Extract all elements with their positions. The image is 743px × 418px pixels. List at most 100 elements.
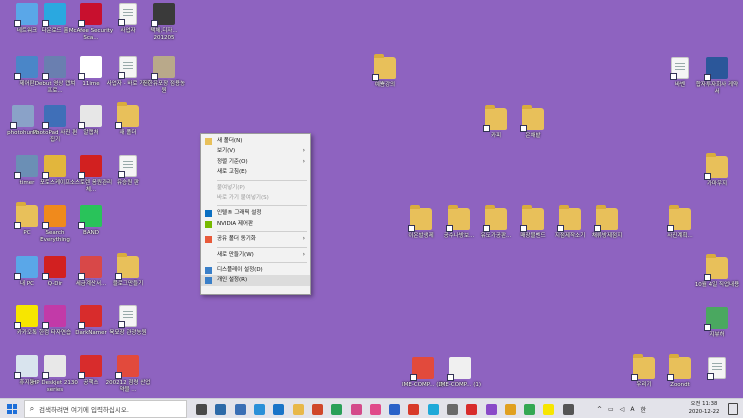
desktop-icon-label: 10월 4일 직업내용 xyxy=(694,282,740,288)
desktop-icon[interactable]: 블로그만들기 xyxy=(105,253,151,288)
taskbar-app-button[interactable] xyxy=(385,401,404,417)
file-icon xyxy=(707,357,726,380)
kakaotalk-icon xyxy=(543,403,555,415)
app-red-icon xyxy=(466,403,478,415)
context-menu-item[interactable]: NVIDIA 제어판 xyxy=(201,219,310,229)
taskbar-app-button[interactable] xyxy=(481,401,500,417)
taskbar-app-button[interactable] xyxy=(192,401,211,417)
taskbar-app-button[interactable] xyxy=(308,401,327,417)
desktop-icon[interactable]: 사진계획... xyxy=(657,205,703,240)
desktop-icon[interactable]: 택체,디자... 201205 xyxy=(141,3,187,41)
pdf-task-icon xyxy=(408,403,420,415)
context-menu-item[interactable]: 새로 만들기(W) › xyxy=(201,250,310,260)
context-menu-item[interactable]: 개인 설정(R) xyxy=(201,275,310,286)
taskbar-app-button[interactable] xyxy=(539,401,558,417)
start-button[interactable] xyxy=(0,399,24,418)
notification-center-icon[interactable] xyxy=(728,403,738,415)
photos-icon xyxy=(331,403,343,415)
desktop-icon[interactable]: 합자투자회사 게약서 xyxy=(694,57,740,95)
folder-icon xyxy=(520,205,544,232)
context-menu-item-label: 보기(V) xyxy=(217,148,236,155)
taskbar-app-button[interactable] xyxy=(404,401,423,417)
clock-time: 오전 11:38 xyxy=(690,401,718,407)
desktop-icon[interactable]: 유승원 판 xyxy=(105,155,151,187)
taskbar-app-button[interactable] xyxy=(250,401,269,417)
context-menu-item[interactable]: 정렬 기준(O) › xyxy=(201,157,310,167)
desktop-icon[interactable]: 은채밭 xyxy=(510,105,556,140)
taskbar-app-button[interactable] xyxy=(366,401,385,417)
image-icon xyxy=(151,56,175,80)
taskbar-app-button[interactable] xyxy=(520,401,539,417)
context-menu-item-label: 개인 설정(R) xyxy=(217,277,248,284)
desktop-icon[interactable]: 새 폴더 xyxy=(105,102,151,137)
taskbar-app-button[interactable] xyxy=(269,401,288,417)
taskbar-app-button[interactable] xyxy=(288,401,307,417)
desktop-icon-label: 은채밭 xyxy=(525,133,541,139)
context-menu-item[interactable]: 새로 고침(E) xyxy=(201,167,310,177)
paint-icon xyxy=(350,403,362,415)
clock-date: 2020-12-22 xyxy=(688,408,720,415)
desktop-icon[interactable]: BAND xyxy=(68,205,114,237)
taskbar-app-button[interactable] xyxy=(327,401,346,417)
taskbar-app-button[interactable] xyxy=(231,401,250,417)
chrome-icon xyxy=(504,403,516,415)
submenu-arrow-icon: › xyxy=(302,157,305,165)
nvidia-icon xyxy=(205,220,212,228)
desktop-icon[interactable]: 진한유포장 점용농원 xyxy=(141,56,187,94)
desktop-icon[interactable]: 가마우지 xyxy=(694,153,740,188)
context-menu-item-label: NVIDIA 제어판 xyxy=(217,220,254,227)
context-menu-item-label: 공유 폴더 동기화 xyxy=(217,236,256,243)
context-menu-item[interactable]: 인텔® 그래픽 설정 xyxy=(201,208,310,218)
ime-indicator[interactable]: A xyxy=(630,406,634,413)
desktop-icon[interactable]: 채류방제점지 xyxy=(584,205,630,240)
file-explorer-icon xyxy=(292,403,304,415)
desktop[interactable]: 네트워크 다운로드 홀 McAfee Security Sca... 사업자 택체,디자… xyxy=(0,0,743,398)
context-menu-item-label: 새 폴더(N) xyxy=(217,138,243,144)
word-icon xyxy=(704,57,728,81)
ime-mode-indicator[interactable]: 한 xyxy=(640,405,646,414)
taskbar-search-box[interactable]: ⌕ 검색하려면 여기에 입력하십시오. xyxy=(24,400,187,418)
taskbar-clock[interactable]: 오전 11:38 2020-12-22 xyxy=(684,401,724,416)
windows-logo-icon xyxy=(7,404,17,414)
context-menu-item[interactable]: 디스플레이 설정(D) xyxy=(201,265,310,275)
everything-icon xyxy=(42,205,66,229)
typing-icon xyxy=(42,305,66,329)
tray-chevron-icon[interactable]: ^ xyxy=(597,406,602,413)
context-menu-item[interactable]: 공유 폴더 동기화 › xyxy=(201,234,310,244)
app-red-icon xyxy=(78,155,102,179)
taskbar-app-button[interactable] xyxy=(424,401,443,417)
taskbar-app-button[interactable] xyxy=(346,401,365,417)
alcapture-icon xyxy=(78,105,102,129)
desktop-icon[interactable]: 육묘장 관광농원 xyxy=(105,305,151,337)
app-pink-icon xyxy=(369,403,381,415)
desktop-icon[interactable]: 예쁨강의 xyxy=(362,54,408,89)
context-menu-item-label: 정렬 기준(O) xyxy=(217,158,248,165)
volume-icon[interactable]: ◁ xyxy=(620,406,625,413)
folder-icon xyxy=(520,105,544,132)
taskbar-app-button[interactable] xyxy=(443,401,462,417)
desktop-icon[interactable]: 10월 4일 직업내용 xyxy=(694,254,740,289)
taskbar-app-button[interactable] xyxy=(501,401,520,417)
file-icon xyxy=(670,57,689,80)
desktop-icon[interactable]: 200212 점령 산업약물 ... xyxy=(105,355,151,393)
folder-doc-icon xyxy=(557,205,581,232)
folder-doc-icon xyxy=(667,205,691,232)
menu-separator xyxy=(217,231,307,233)
context-menu-item[interactable]: 새 폴더(N) xyxy=(201,136,310,146)
folder-color-icon xyxy=(631,354,655,381)
photopad-icon xyxy=(42,105,66,129)
capture-icon xyxy=(78,355,102,379)
desktop-icon[interactable]: 지뷰허 xyxy=(694,307,740,339)
desktop-context-menu: 새 폴더(N) 보기(V) › 정렬 기준(O) › 새로 고침(E) 붙여넣기(P) 바로 … xyxy=(200,133,311,295)
context-menu-item[interactable]: 보기(V) › xyxy=(201,146,310,156)
app-cyan-icon xyxy=(427,403,439,415)
desktop-icon[interactable]: IME-COMP... (1) xyxy=(437,357,483,389)
taskbar-app-button[interactable] xyxy=(211,401,230,417)
file-icon xyxy=(118,3,137,26)
display-settings-icon xyxy=(205,266,212,274)
desktop-icon-label: 유승원 판 xyxy=(117,180,139,186)
taskbar-app-button[interactable] xyxy=(462,401,481,417)
network-tray-icon[interactable]: ▭ xyxy=(608,406,614,413)
taskbar-app-button[interactable] xyxy=(559,401,578,417)
desktop-icon[interactable] xyxy=(694,357,740,382)
